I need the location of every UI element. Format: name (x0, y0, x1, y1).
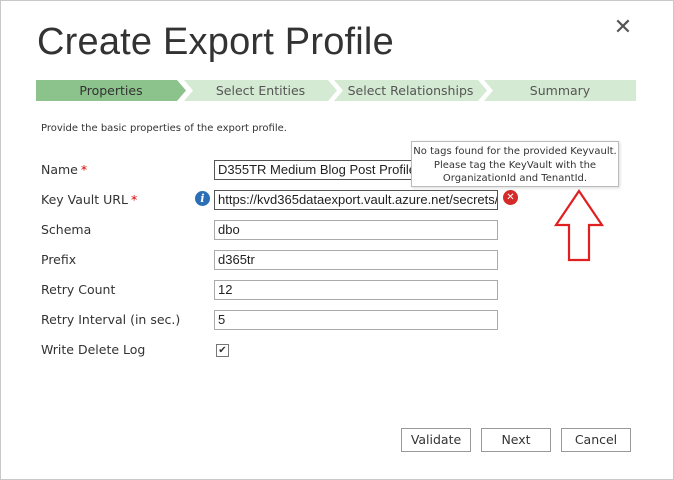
step-summary[interactable]: Summary (484, 80, 636, 101)
retry-interval-input[interactable]: 5 (214, 310, 498, 330)
step-properties[interactable]: Properties (36, 80, 186, 101)
schema-label: Schema (41, 222, 92, 237)
write-delete-log-label: Write Delete Log (41, 342, 146, 357)
cancel-button[interactable]: Cancel (561, 428, 631, 452)
step-select-relationships[interactable]: Select Relationships (334, 80, 487, 101)
dialog-title: Create Export Profile (37, 21, 394, 63)
prefix-input[interactable]: d365tr (214, 250, 498, 270)
close-icon[interactable]: ✕ (612, 15, 634, 41)
retry-count-label: Retry Count (41, 282, 116, 297)
next-button[interactable]: Next (481, 428, 551, 452)
step-select-entities[interactable]: Select Entities (184, 80, 337, 101)
wizard-steps: Properties Select Entities Select Relati… (36, 80, 636, 101)
required-marker: * (130, 192, 138, 207)
keyvault-error-tooltip: No tags found for the provided Keyvault.… (411, 141, 619, 187)
prefix-label: Prefix (41, 252, 77, 267)
write-delete-log-checkbox[interactable]: ✔ (216, 344, 229, 357)
schema-input[interactable]: dbo (214, 220, 498, 240)
error-icon[interactable]: ✕ (503, 190, 518, 205)
name-label: Name * (41, 162, 88, 177)
export-profile-dialog: Create Export Profile ✕ Properties Selec… (0, 0, 674, 480)
required-marker: * (80, 162, 88, 177)
keyvault-url-input[interactable]: https://kvd365dataexport.vault.azure.net… (214, 190, 498, 210)
retry-interval-label: Retry Interval (in sec.) (41, 312, 181, 327)
retry-count-input[interactable]: 12 (214, 280, 498, 300)
up-arrow-icon (553, 189, 605, 262)
keyvault-label: Key Vault URL * (41, 192, 138, 207)
tooltip-line: Please tag the KeyVault with the (433, 159, 597, 171)
info-icon[interactable]: i (195, 191, 210, 206)
validate-button[interactable]: Validate (401, 428, 471, 452)
tooltip-line: OrganizationId and TenantId. (442, 173, 588, 184)
form-description: Provide the basic properties of the expo… (41, 123, 287, 134)
tooltip-line: No tags found for the provided Keyvault. (413, 146, 617, 157)
